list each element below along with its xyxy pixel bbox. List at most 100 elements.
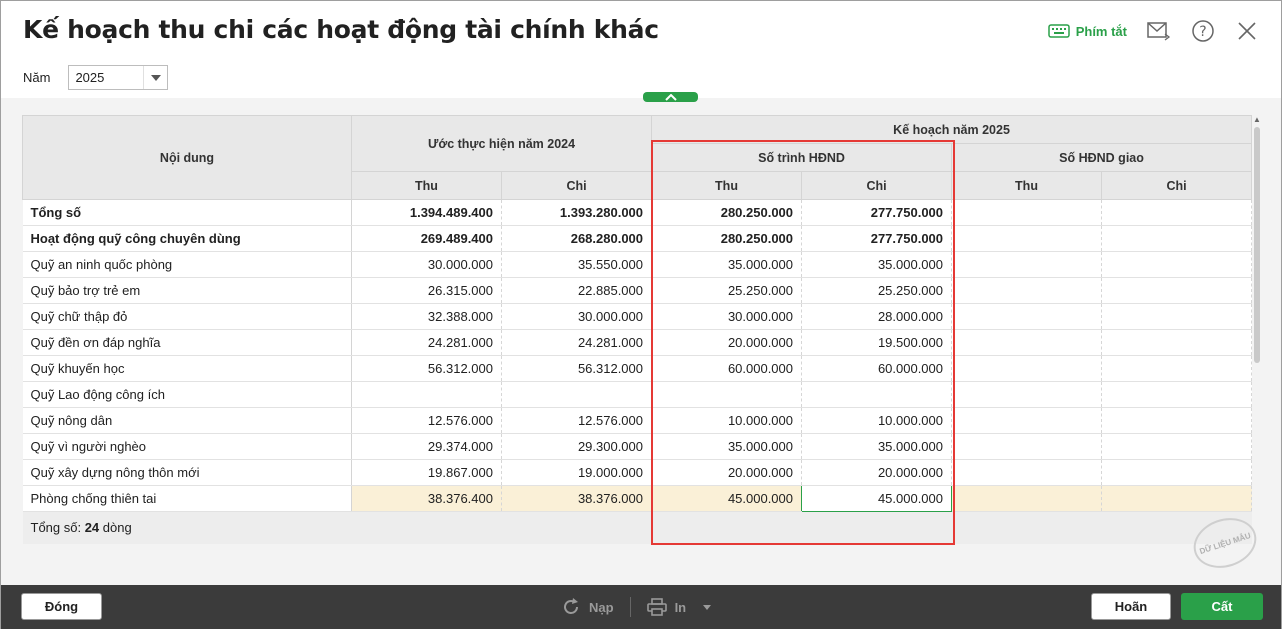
cell-g-chi[interactable]	[1101, 485, 1253, 512]
table-row[interactable]: Quỹ an ninh quốc phòng 30.000.000 35.550.0…	[22, 251, 1253, 278]
row-name-cell[interactable]: Phòng chống thiên tai	[22, 485, 352, 512]
table-row[interactable]: Quỹ nông dân 12.576.000 12.576.000 10.000.0…	[22, 407, 1253, 434]
cell-s-thu[interactable]: 280.250.000	[651, 225, 803, 252]
cell-g-chi[interactable]	[1101, 277, 1253, 304]
table-row[interactable]: Quỹ Lao động công ích	[22, 381, 1253, 408]
cell-s-thu[interactable]: 60.000.000	[651, 355, 803, 382]
cell-s-thu[interactable]: 10.000.000	[651, 407, 803, 434]
table-row[interactable]: Quỹ vì người nghèo 29.374.000 29.300.000 35…	[22, 433, 1253, 460]
cell-u-chi[interactable]: 268.280.000	[501, 225, 653, 252]
header-estimate-chi[interactable]: Chi	[500, 171, 653, 200]
row-name-cell[interactable]: Quỹ bảo trợ trẻ em	[22, 277, 352, 304]
cell-u-thu[interactable]: 26.315.000	[351, 277, 502, 304]
cell-s-chi[interactable]: 28.000.000	[801, 303, 953, 330]
chevron-down-icon[interactable]	[143, 66, 167, 89]
close-button[interactable]: Đóng	[21, 593, 102, 620]
header-assigned-thu[interactable]: Thu	[951, 171, 1103, 200]
cell-u-thu[interactable]: 32.388.000	[351, 303, 502, 330]
cell-s-chi[interactable]: 35.000.000	[801, 251, 953, 278]
cell-g-chi[interactable]	[1101, 381, 1253, 408]
table-row[interactable]: Quỹ bảo trợ trẻ em 26.315.000 22.885.000 25…	[22, 277, 1253, 304]
cell-u-chi[interactable]: 24.281.000	[501, 329, 653, 356]
cell-s-thu[interactable]: 35.000.000	[651, 433, 803, 460]
cell-g-chi[interactable]	[1101, 459, 1253, 486]
cell-u-chi[interactable]: 35.550.000	[501, 251, 653, 278]
row-name-cell[interactable]: Quỹ khuyến học	[22, 355, 352, 382]
cell-s-thu[interactable]: 45.000.000	[651, 485, 803, 512]
header-content[interactable]: Nội dung	[22, 115, 352, 200]
cell-g-chi[interactable]	[1101, 303, 1253, 330]
cell-g-thu[interactable]	[951, 433, 1103, 460]
scroll-thumb[interactable]	[1254, 127, 1260, 363]
cell-g-thu[interactable]	[951, 199, 1103, 226]
table-row[interactable]: Quỹ đền ơn đáp nghĩa 24.281.000 24.281.000…	[22, 329, 1253, 356]
table-row[interactable]: Quỹ chữ thập đỏ 32.388.000 30.000.000 30.00…	[22, 303, 1253, 330]
header-assigned-chi[interactable]: Chi	[1101, 171, 1253, 200]
cell-s-chi[interactable]: 20.000.000	[801, 459, 953, 486]
chevron-down-icon[interactable]	[700, 603, 714, 611]
row-name-cell[interactable]: Quỹ vì người nghèo	[22, 433, 352, 460]
cell-u-chi[interactable]: 38.376.000	[501, 485, 653, 512]
cell-g-chi[interactable]	[1101, 199, 1253, 226]
reload-button[interactable]: Nạp	[589, 600, 614, 615]
cell-u-chi[interactable]: 56.312.000	[501, 355, 653, 382]
cell-g-thu[interactable]	[951, 251, 1103, 278]
cell-g-thu[interactable]	[951, 407, 1103, 434]
table-row[interactable]: Tổng số 1.394.489.400 1.393.280.000 280.250…	[22, 199, 1253, 226]
close-icon[interactable]	[1235, 19, 1259, 43]
cell-s-thu[interactable]: 20.000.000	[651, 329, 803, 356]
cell-u-thu[interactable]: 30.000.000	[351, 251, 502, 278]
row-name-cell[interactable]: Quỹ đền ơn đáp nghĩa	[22, 329, 352, 356]
cell-s-chi[interactable]: 60.000.000	[801, 355, 953, 382]
cell-s-thu[interactable]: 25.250.000	[651, 277, 803, 304]
save-button[interactable]: Cất	[1181, 593, 1263, 620]
cell-u-chi[interactable]: 19.000.000	[501, 459, 653, 486]
cell-s-chi[interactable]: 10.000.000	[801, 407, 953, 434]
table-row[interactable]: Hoạt động quỹ công chuyên dùng 269.489.40…	[22, 225, 1253, 252]
cell-s-chi[interactable]: 35.000.000	[801, 433, 953, 460]
shortcut-button[interactable]: Phím tắt	[1047, 24, 1127, 39]
cell-g-thu[interactable]	[951, 277, 1103, 304]
cell-u-thu[interactable]: 19.867.000	[351, 459, 502, 486]
row-name-cell[interactable]: Quỹ xây dựng nông thôn mới	[22, 459, 352, 486]
header-submitted-thu[interactable]: Thu	[651, 171, 803, 200]
cell-s-chi[interactable]: 19.500.000	[801, 329, 953, 356]
table-row[interactable]: Phòng chống thiên tai 38.376.400 38.376.00…	[22, 485, 1253, 512]
cell-u-thu[interactable]	[351, 381, 502, 408]
cell-u-thu[interactable]: 12.576.000	[351, 407, 502, 434]
table-row[interactable]: Quỹ xây dựng nông thôn mới 19.867.000 19.0…	[22, 459, 1253, 486]
cell-u-thu[interactable]: 1.394.489.400	[351, 199, 502, 226]
print-button[interactable]: In	[675, 600, 687, 615]
cell-g-chi[interactable]	[1101, 355, 1253, 382]
header-submitted-chi[interactable]: Chi	[801, 171, 953, 200]
cell-g-chi[interactable]	[1101, 225, 1253, 252]
cell-s-chi[interactable]: 277.750.000	[801, 225, 953, 252]
year-select[interactable]: 2025	[68, 65, 169, 90]
cell-g-chi[interactable]	[1101, 251, 1253, 278]
cell-g-thu[interactable]	[951, 459, 1103, 486]
help-icon[interactable]: ?	[1191, 19, 1215, 43]
vertical-scrollbar[interactable]: ▲	[1252, 115, 1262, 545]
row-name-cell[interactable]: Tổng số	[22, 199, 352, 226]
cell-g-chi[interactable]	[1101, 329, 1253, 356]
cell-s-thu[interactable]: 35.000.000	[651, 251, 803, 278]
undo-button[interactable]: Hoãn	[1091, 593, 1171, 620]
header-estimate-thu[interactable]: Thu	[351, 171, 502, 200]
cell-g-thu[interactable]	[951, 485, 1103, 512]
cell-u-thu[interactable]: 24.281.000	[351, 329, 502, 356]
printer-icon[interactable]	[646, 598, 667, 616]
cell-u-thu[interactable]: 29.374.000	[351, 433, 502, 460]
cell-g-thu[interactable]	[951, 355, 1103, 382]
cell-s-thu[interactable]: 280.250.000	[651, 199, 803, 226]
row-name-cell[interactable]: Quỹ nông dân	[22, 407, 352, 434]
row-name-cell[interactable]: Quỹ an ninh quốc phòng	[22, 251, 352, 278]
refresh-icon[interactable]	[561, 597, 581, 617]
cell-g-chi[interactable]	[1101, 433, 1253, 460]
scroll-up-arrow[interactable]: ▲	[1253, 115, 1261, 124]
cell-s-chi[interactable]: 45.000.000	[801, 485, 953, 512]
table-row[interactable]: Quỹ khuyến học 56.312.000 56.312.000 60.000…	[22, 355, 1253, 382]
cell-g-thu[interactable]	[951, 381, 1103, 408]
cell-s-thu[interactable]	[651, 381, 803, 408]
cell-u-chi[interactable]: 22.885.000	[501, 277, 653, 304]
cell-u-chi[interactable]	[501, 381, 653, 408]
